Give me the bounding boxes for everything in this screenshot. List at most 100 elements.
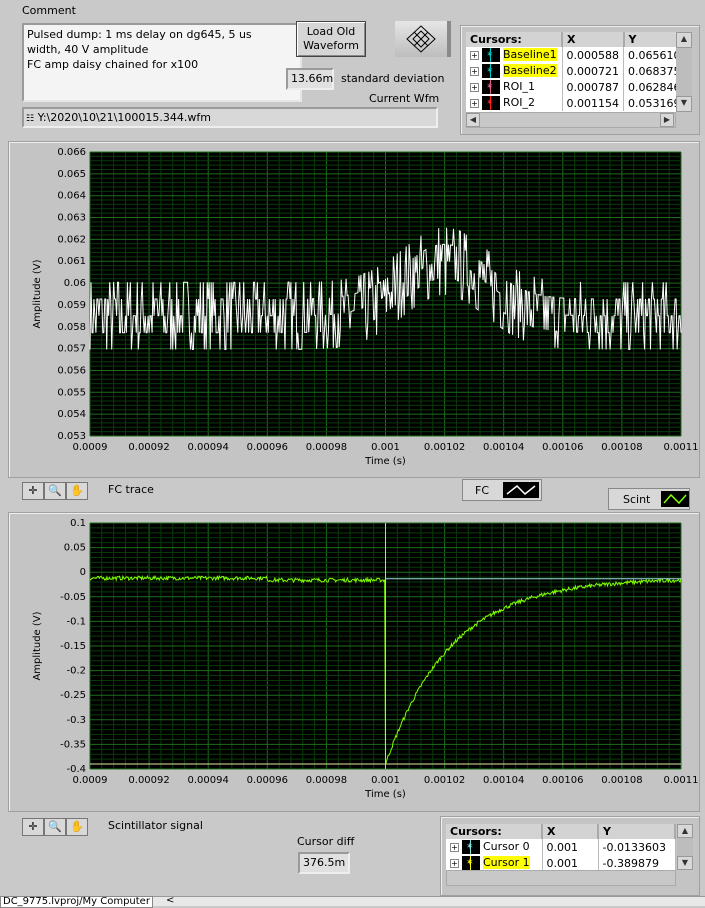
y-tick-label: -0.15: [60, 641, 86, 652]
cursor-move-tool-icon[interactable]: ✛: [22, 818, 44, 836]
std-dev-label: standard deviation: [341, 72, 445, 85]
fc-graph-palette: ✛ 🔍 ✋: [22, 482, 88, 500]
current-wfm-path[interactable]: Y:\2020\10\21\100015.344.wfm: [38, 111, 211, 124]
y-axis-label: Amplitude (V): [32, 259, 43, 328]
cursor-x[interactable]: 0.001154: [562, 95, 624, 111]
expand-icon[interactable]: +: [450, 859, 459, 868]
x-tick-label: 0.0011: [664, 442, 699, 453]
y-tick-label: 0.062: [57, 234, 86, 245]
y-tick-label: 0: [80, 567, 86, 578]
cursor-row[interactable]: +✶ROI_2 0.0011540.0531692: [466, 95, 676, 111]
x-tick-label: 0.0009: [73, 775, 108, 786]
expand-icon[interactable]: +: [470, 99, 479, 108]
scint-graph-panel: 0.0009 0.00092 0.00094 0.00096 0.00098 0.001 0…: [8, 512, 700, 812]
scint-graph[interactable]: 0.0009 0.00092 0.00094 0.00096 0.00098 0.001 0…: [9, 513, 701, 813]
cursor-x[interactable]: 0.001: [542, 855, 599, 870]
cursor-diff-label: Cursor diff: [297, 835, 355, 848]
comment-textarea[interactable]: Pulsed dump: 1 ms delay on dg645, 5 us w…: [22, 23, 302, 102]
fc-plot-legend[interactable]: FC: [462, 479, 542, 501]
scroll-left-button[interactable]: ◀: [466, 113, 480, 127]
x-tick-label: 0.00096: [247, 775, 288, 786]
vertical-scrollbar[interactable]: [677, 838, 693, 856]
y-tick-label: -0.05: [60, 592, 86, 603]
cursor-row[interactable]: +✶Baseline2 0.0007210.0683757: [466, 63, 676, 79]
cursor-name[interactable]: Cursor 1: [483, 856, 530, 869]
scint-plot-legend[interactable]: Scint: [608, 488, 690, 510]
diamond-toggle-button[interactable]: [395, 21, 451, 57]
col-header-x: X: [562, 32, 625, 47]
expand-icon[interactable]: +: [450, 843, 459, 852]
scint-graph-palette: ✛ 🔍 ✋: [22, 818, 88, 836]
scroll-down-button[interactable]: ▼: [677, 856, 693, 870]
col-header-y: Y: [623, 32, 676, 47]
diamond-icon: [406, 25, 436, 53]
cursor-x[interactable]: 0.000588: [562, 47, 624, 63]
y-tick-label: -0.1: [66, 616, 86, 627]
col-header-x: X: [542, 824, 599, 839]
cursor-style-icon[interactable]: ✶: [482, 80, 500, 94]
x-tick-label: 0.001: [371, 775, 400, 786]
cursor-style-icon[interactable]: ✶: [462, 856, 480, 870]
x-tick-label: 0.00094: [188, 442, 229, 453]
cursor-style-icon[interactable]: ✶: [482, 96, 500, 110]
x-tick-label: 0.0011: [664, 775, 699, 786]
cursor-move-tool-icon[interactable]: ✛: [22, 482, 44, 500]
horizontal-scrollbar[interactable]: [446, 870, 676, 886]
x-tick-label: 0.00098: [306, 442, 347, 453]
cursor-row[interactable]: + ✶ Cursor 1 0.001 -0.389879: [446, 855, 676, 870]
horizontal-scrollbar[interactable]: [466, 112, 676, 128]
cursor-x[interactable]: 0.001: [542, 839, 599, 855]
cursor-style-icon[interactable]: ✶: [482, 48, 500, 62]
current-wfm-label: Current Wfm: [369, 92, 440, 105]
scroll-up-button[interactable]: ▲: [677, 824, 693, 838]
col-header-cursors: Cursors:: [446, 824, 543, 839]
y-tick-label: 0.059: [57, 300, 86, 311]
cursor-name[interactable]: Cursor 0: [483, 840, 530, 853]
cursor-row[interactable]: +✶ROI_1 0.0007870.0628467: [466, 79, 676, 95]
cursor-y[interactable]: 0.0683757: [623, 63, 676, 79]
scroll-left-arrow[interactable]: <: [166, 896, 174, 906]
cursor-name[interactable]: ROI_2: [503, 96, 535, 109]
expand-icon[interactable]: +: [470, 67, 479, 76]
std-dev-indicator: 13.66m: [286, 68, 334, 90]
cursor-row[interactable]: + ✶ Cursor 0 0.001 -0.0133603: [446, 839, 676, 855]
cursor-x[interactable]: 0.000787: [562, 79, 624, 95]
cursor-style-icon[interactable]: ✶: [462, 840, 480, 854]
cursor-diff-indicator: 376.5m: [298, 852, 350, 874]
cursor-y[interactable]: -0.389879: [598, 855, 676, 870]
zoom-tool-icon[interactable]: 🔍: [44, 482, 66, 500]
x-tick-label: 0.00092: [128, 442, 169, 453]
scroll-down-button[interactable]: ▼: [676, 96, 692, 112]
scroll-up-button[interactable]: ▲: [676, 32, 692, 48]
cursor-y[interactable]: 0.0531692: [623, 95, 676, 111]
cursor-y[interactable]: 0.0628467: [623, 79, 676, 95]
x-tick-label: 0.00092: [128, 775, 169, 786]
y-tick-label: -0.4: [66, 764, 86, 775]
pan-hand-tool-icon[interactable]: ✋: [66, 818, 88, 836]
x-tick-label: 0.00106: [542, 775, 583, 786]
x-tick-label: 0.00094: [188, 775, 229, 786]
cursor-row[interactable]: +✶Baseline1 0.0005880.0656109: [466, 47, 676, 63]
fc-graph-caption: FC trace: [108, 483, 154, 496]
fc-legend-label: FC: [475, 484, 490, 497]
load-old-waveform-button[interactable]: Load Old Waveform: [296, 21, 366, 57]
expand-icon[interactable]: +: [470, 83, 479, 92]
cursor-y[interactable]: 0.0656109: [623, 47, 676, 63]
cursor-name[interactable]: Baseline1: [503, 48, 557, 61]
zoom-tool-icon[interactable]: 🔍: [44, 818, 66, 836]
pan-hand-tool-icon[interactable]: ✋: [66, 482, 88, 500]
cursor-name[interactable]: ROI_1: [503, 80, 535, 93]
scroll-right-button[interactable]: ▶: [660, 113, 674, 127]
expand-icon[interactable]: +: [470, 51, 479, 60]
cursor-y[interactable]: -0.0133603: [598, 839, 676, 855]
x-tick-label: 0.00108: [601, 442, 642, 453]
fc-graph[interactable]: 0.0009 0.00092 0.00094 0.00096 0.00098 0.001 0…: [9, 142, 701, 479]
col-header-y: Y: [598, 824, 676, 839]
cursor-style-icon[interactable]: ✶: [482, 64, 500, 78]
vertical-scrollbar[interactable]: [676, 48, 692, 96]
y-tick-label: 0.054: [57, 409, 86, 420]
scint-graph-caption: Scintillator signal: [108, 819, 203, 832]
cursor-name[interactable]: Baseline2: [503, 64, 557, 77]
project-context[interactable]: DC_9775.lvproj/My Computer: [0, 896, 153, 908]
cursor-x[interactable]: 0.000721: [562, 63, 624, 79]
